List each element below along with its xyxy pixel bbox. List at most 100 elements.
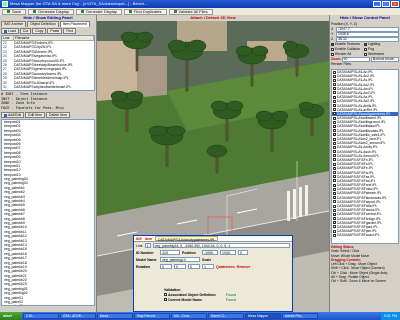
checkbox-icon[interactable] [333,158,336,162]
item-list[interactable]: treepost01 treepost02 treepost03 treepost04… [1,119,95,306]
render-files-list[interactable]: DATA\MAPS\LA\LAn.IPL DATA\MAPS\LA\LAn2.IP… [331,69,399,244]
taskbar-item[interactable]: Mesa... [97,313,133,319]
checkbox-icon[interactable] [333,87,336,91]
checkbox-icon[interactable] [333,145,336,149]
checkbox-icon[interactable] [333,154,336,158]
tab-item-placement[interactable]: Item Placement [59,21,91,27]
copy-button[interactable]: Copy [32,28,47,34]
checkbox-icon[interactable] [333,91,336,95]
taskbar-item[interactable]: 2 W... [23,313,59,319]
rotation-z-field[interactable]: 0 [188,264,200,269]
checkbox-icon[interactable] [333,204,336,208]
checkbox-icon[interactable] [333,104,336,107]
checkbox-icon[interactable] [333,124,336,128]
file-list[interactable]: Line Filename 21 DATA\MAPS\Timbers.IPL 22 D… [1,35,95,91]
taskbar-item[interactable]: GTA - ADVE... [60,313,96,319]
tab-img-archive[interactable]: IMG Archive [1,21,27,27]
checkbox-icon[interactable] [333,191,336,195]
checkbox-icon[interactable] [333,70,336,74]
checkbox-icon[interactable] [333,137,336,141]
checkbox-icon[interactable] [333,116,336,120]
checkbox-icon[interactable] [333,200,336,204]
load-button[interactable]: Load [1,28,19,34]
checkbox-icon[interactable] [333,83,336,87]
taskbar-item[interactable]: Mo - Conv... [171,313,207,319]
checkbox-icon[interactable] [333,179,336,183]
checkbox-icon[interactable] [333,212,336,216]
id-field[interactable]: 419 [160,250,180,255]
pos-x-field[interactable]: -1047.7 [336,27,399,32]
taskbar-item[interactable]: Adobe Pho... [282,313,318,319]
pos-y-field[interactable]: 1038.6 [336,32,399,37]
position-z-field[interactable]: 0 [238,250,248,255]
checkbox-icon[interactable] [333,129,336,133]
generate-display-button[interactable]: Generate Display [28,8,75,15]
validate-all-files-button[interactable]: Validate All Files [168,8,213,15]
delete-item-button[interactable]: Delete Item [46,112,70,118]
checkbox-icon[interactable] [333,166,336,170]
find-duplicates-button[interactable]: Find Duplicates [123,8,167,15]
item-list-item[interactable]: veg_palm03 [2,304,94,305]
enable-collision-checkbox[interactable] [331,48,334,51]
checkbox-icon[interactable] [333,108,336,112]
checkbox-icon[interactable] [333,183,336,187]
zoom-field[interactable]: 90 [341,57,370,62]
pos-z-field[interactable]: 38.32 [336,37,399,42]
text-line-field[interactable]: veg_palmbig14, 0, -1050.392, 1040.34, 0,… [152,243,290,248]
minimize-icon[interactable]: _ [373,1,381,7]
column-filename[interactable]: Filename [14,36,94,40]
checkbox-icon[interactable] [333,233,336,237]
file-list-item[interactable]: 31 DATA\MAPS\cityland\whitehouse.IPL [2,85,94,89]
save-button[interactable]: Save [2,8,27,15]
item-tag[interactable]: Item [145,236,152,241]
taskbar-item[interactable]: Alarm Cl... [208,313,244,319]
checkbox-icon[interactable] [333,78,336,82]
checkbox-icon[interactable] [333,187,336,191]
close-icon[interactable]: × [391,1,399,7]
generate-display-button-2[interactable]: Generate Display [76,8,122,15]
enable-textures-checkbox[interactable] [331,43,334,46]
checkbox-icon[interactable] [333,221,336,225]
render-file-item[interactable]: DATA\MAPS\SF\SFcoast.IPL [332,233,398,237]
viewport-header[interactable]: Attach / Detach 3D View [97,15,329,21]
checkbox-icon[interactable] [333,162,336,166]
wireframe-checkbox[interactable] [364,53,367,56]
rotation-y-field[interactable]: 0 [174,264,186,269]
checkbox-icon[interactable] [333,95,336,99]
find-button[interactable]: Find [63,28,77,34]
add-edit-button[interactable]: Add/Edit [1,112,25,118]
checkbox-icon[interactable] [333,171,336,174]
cut-button[interactable]: Cut [19,28,32,34]
rotation-w-field[interactable]: 1 [202,264,214,269]
rotation-x-field[interactable]: 0 [160,264,172,269]
checkbox-icon[interactable] [333,133,336,137]
fog-checkbox[interactable] [364,48,367,51]
edit-item-button[interactable]: Edit Item [25,112,46,118]
checkbox-icon[interactable] [333,99,336,103]
render-mode-select[interactable]: Normal Mode [370,57,399,62]
remove-button[interactable]: Remove [237,265,251,269]
position-x-field[interactable]: -1050. [202,250,218,255]
column-line[interactable]: Line [2,36,14,40]
checkbox-icon[interactable] [333,175,336,179]
render-all-checkbox[interactable] [331,53,334,56]
ide-tag[interactable]: IDE [136,236,142,241]
tab-object-definition[interactable]: Object Definition [27,21,59,27]
checkbox-icon[interactable] [333,229,336,233]
paste-button[interactable]: Paste [47,28,63,34]
checkbox-icon[interactable] [333,196,336,200]
3d-viewport[interactable]: Attach / Detach 3D View IDE Item DATA\MA… [97,15,329,312]
taskbar-item[interactable]: Map Record... [134,313,170,319]
maximize-icon[interactable]: □ [382,1,390,7]
checkbox-icon[interactable] [333,225,336,229]
checkbox-icon[interactable] [333,208,336,212]
checkbox-icon[interactable] [333,141,336,145]
checkbox-icon[interactable] [333,217,336,221]
start-button[interactable]: start [0,312,22,320]
checkbox-icon[interactable] [333,74,336,78]
line-field[interactable]: 1 [144,243,151,248]
position-y-field[interactable]: 1040. [220,250,236,255]
checkbox-icon[interactable] [333,112,336,116]
checkbox-icon[interactable] [333,150,336,154]
checkbox-icon[interactable] [333,120,336,124]
